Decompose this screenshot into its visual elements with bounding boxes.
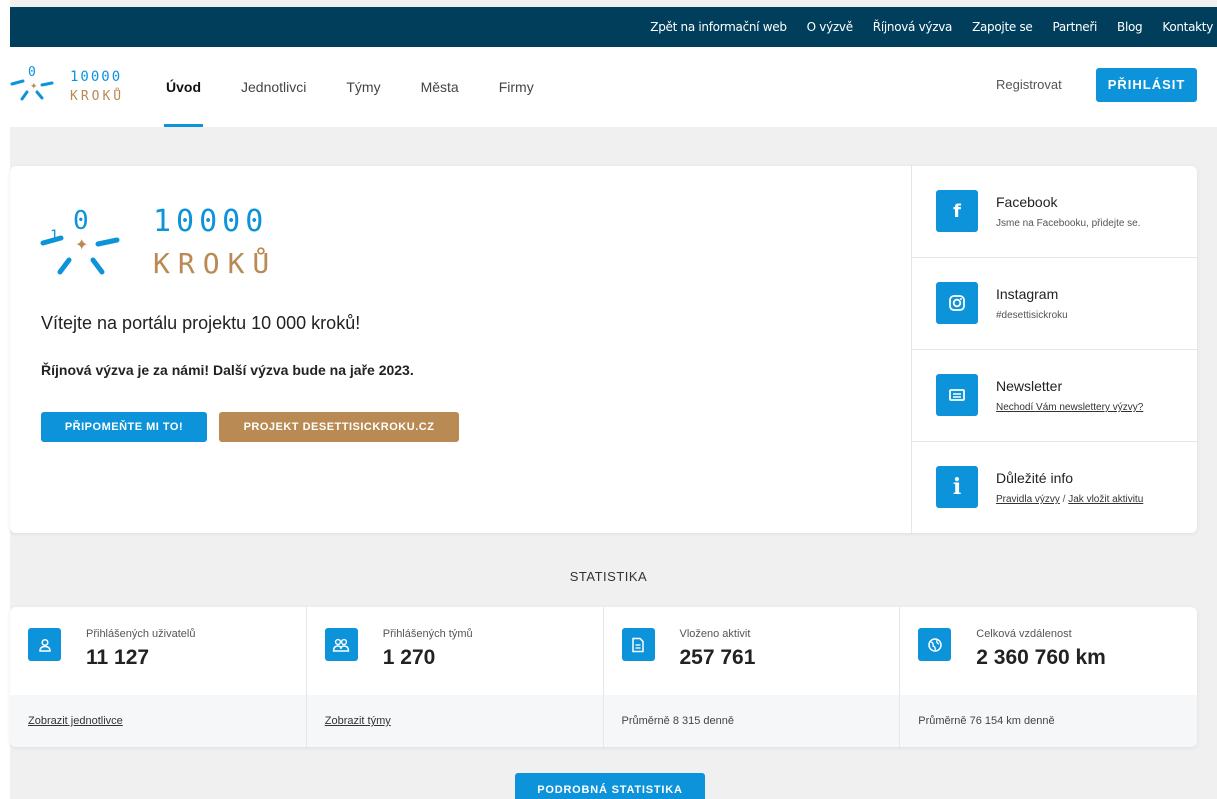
- svg-text:10000: 10000: [153, 204, 268, 239]
- topnav-october-link[interactable]: Říjnová výzva: [863, 20, 962, 34]
- show-users-link[interactable]: Zobrazit jednotlivce: [10, 695, 306, 747]
- how-to-link[interactable]: Jak vložit aktivitu: [1068, 494, 1143, 505]
- nav-jednotlivci[interactable]: Jednotlivci: [241, 47, 306, 127]
- welcome-heading: Vítejte na portálu projektu 10 000 kroků…: [41, 313, 361, 333]
- svg-text:✦: ✦: [30, 82, 38, 92]
- topnav-contacts-link[interactable]: Kontakty: [1152, 20, 1217, 34]
- topnav-partners-link[interactable]: Partneři: [1042, 20, 1107, 34]
- main-nav: Úvod Jednotlivci Týmy Města Firmy: [164, 47, 574, 127]
- document-icon: [621, 628, 655, 661]
- top-bar: Zpět na informační web O výzvě Říjnová v…: [10, 7, 1217, 47]
- team-icon: [324, 628, 358, 661]
- newsletter-sub[interactable]: Nechodí Vám newslettery výzvy?: [996, 402, 1143, 413]
- nav-tymy[interactable]: Týmy: [346, 47, 380, 127]
- sidebar-item-newsletter[interactable]: Newsletter Nechodí Vám newslettery výzvy…: [912, 350, 1198, 442]
- stat-activities: Vloženo aktivit 257 761 Průměrně 8 315 d…: [603, 607, 901, 747]
- stat-foot: Průměrně 8 315 denně: [603, 695, 900, 747]
- topnav-back-link[interactable]: Zpět na informační web: [640, 20, 796, 34]
- info-title: Důležité info: [996, 470, 1074, 486]
- info-links: Pravidla výzvy / Jak vložit aktivitu: [996, 494, 1144, 505]
- globe-icon: [918, 628, 952, 661]
- topnav-join-link[interactable]: Zapojte se: [962, 20, 1042, 34]
- svg-text:✦: ✦: [75, 235, 88, 254]
- stat-value: 11 127: [86, 646, 150, 669]
- stat-teams: Přihlášených týmů 1 270 Zobrazit týmy: [306, 607, 604, 747]
- nav-firmy[interactable]: Firmy: [499, 47, 534, 127]
- main-navbar: 0 ✦ 10000 KROKŮ Úvod Jednotlivci Týmy Mě…: [10, 47, 1217, 127]
- stat-distance: Celková vzdálenost 2 360 760 km Průměrně…: [900, 607, 1197, 747]
- svg-text:1: 1: [50, 228, 58, 244]
- sidebar-item-facebook[interactable]: f Facebook Jsme na Facebooku, přidejte s…: [912, 166, 1198, 258]
- nav-mesta[interactable]: Města: [421, 47, 459, 127]
- stat-foot: Průměrně 76 154 km denně: [900, 695, 1197, 747]
- topnav-about-link[interactable]: O výzvě: [797, 20, 863, 34]
- stat-users: Přihlášených uživatelů 11 127 Zobrazit j…: [10, 607, 307, 747]
- svg-text:0: 0: [28, 65, 36, 80]
- nav-uvod[interactable]: Úvod: [164, 47, 203, 127]
- facebook-title: Facebook: [996, 194, 1058, 210]
- show-teams-link[interactable]: Zobrazit týmy: [306, 695, 603, 747]
- hero-logo: 1 0 ✦ 10000 KROKŮ: [40, 204, 277, 280]
- stat-label: Přihlášených uživatelů: [86, 628, 196, 640]
- svg-text:KROKŮ: KROKŮ: [70, 88, 124, 104]
- detailed-stats-button[interactable]: PODROBNÁ STATISTIKA: [515, 773, 705, 799]
- facebook-sub: Jsme na Facebooku, přidejte se.: [996, 218, 1141, 229]
- sidebar-item-instagram[interactable]: Instagram #desettisickroku: [912, 258, 1198, 350]
- stats-panel: Přihlášených uživatelů 11 127 Zobrazit j…: [10, 607, 1197, 747]
- newsletter-title: Newsletter: [996, 378, 1063, 394]
- svg-text:0: 0: [73, 206, 89, 236]
- user-icon: [28, 628, 61, 661]
- stat-value: 1 270: [382, 646, 436, 669]
- hero-card: 1 0 ✦ 10000 KROKŮ Vítejte na portálu pro…: [10, 166, 1198, 534]
- remind-me-button[interactable]: PŘIPOMEŇTE MI TO!: [41, 412, 207, 442]
- svg-text:KROKŮ: KROKŮ: [153, 246, 277, 280]
- newsletter-icon: [936, 374, 978, 416]
- stat-value: 2 360 760 km: [976, 646, 1106, 669]
- instagram-sub: #desettisickroku: [996, 310, 1068, 321]
- instagram-title: Instagram: [996, 286, 1059, 302]
- project-button[interactable]: PROJEKT DESETTISICKROKU.CZ: [219, 412, 459, 442]
- instagram-icon: [936, 282, 978, 324]
- page-edge: [0, 0, 10, 799]
- stat-label: Přihlášených týmů: [382, 628, 473, 640]
- info-icon: i: [936, 466, 978, 508]
- stat-label: Celková vzdálenost: [976, 628, 1072, 640]
- stat-label: Vloženo aktivit: [679, 628, 751, 640]
- register-link[interactable]: Registrovat: [996, 77, 1062, 92]
- login-button[interactable]: PŘIHLÁSIT: [1096, 68, 1197, 102]
- challenge-message: Říjnová výzva je za námi! Další výzva bu…: [41, 362, 414, 378]
- facebook-icon: f: [936, 190, 978, 232]
- svg-text:10000: 10000: [70, 69, 122, 85]
- sidebar-item-info: i Důležité info Pravidla výzvy / Jak vlo…: [912, 442, 1198, 534]
- topnav-blog-link[interactable]: Blog: [1107, 20, 1152, 34]
- stat-value: 257 761: [679, 646, 756, 669]
- stats-title: STATISTIKA: [569, 569, 648, 584]
- rules-link[interactable]: Pravidla výzvy: [996, 494, 1060, 505]
- social-sidebar: f Facebook Jsme na Facebooku, přidejte s…: [911, 166, 1198, 534]
- logo[interactable]: 0 ✦ 10000 KROKŮ: [10, 63, 140, 107]
